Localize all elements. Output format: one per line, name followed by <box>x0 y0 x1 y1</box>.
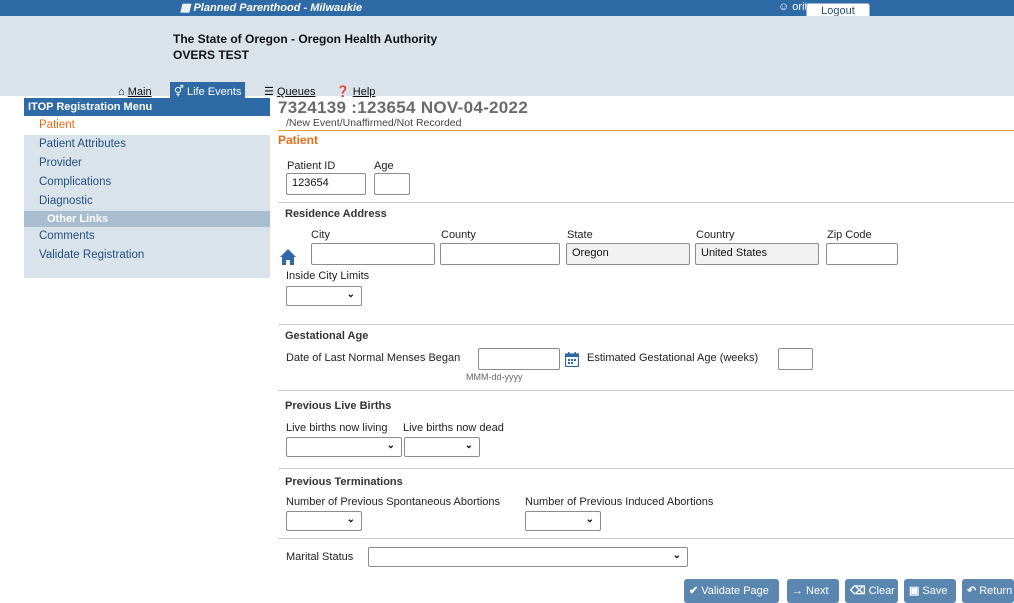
agency-title: The State of Oregon - Oregon Health Auth… <box>173 32 438 46</box>
county-label: County <box>441 229 476 241</box>
chevron-down-icon: ⌄ <box>386 440 395 451</box>
patient-id-input[interactable]: 123654 <box>286 173 366 195</box>
menu-item-comments[interactable]: Comments <box>24 227 270 246</box>
births-living-select[interactable]: ⌄ <box>286 437 402 457</box>
live-births-heading: Previous Live Births <box>285 400 392 412</box>
induced-select[interactable]: ⌄ <box>525 511 601 531</box>
validate-page-button[interactable]: ✔ Validate Page <box>684 579 779 603</box>
arrow-right-icon: → <box>792 585 803 597</box>
est-gestational-input[interactable] <box>778 348 813 370</box>
eraser-icon: ⌫ <box>850 585 866 597</box>
menu-item-provider[interactable]: Provider <box>24 154 270 173</box>
divider <box>278 324 1014 325</box>
county-input[interactable] <box>440 243 560 265</box>
record-status: /New Event/Unaffirmed/Not Recorded <box>286 117 462 129</box>
check-circle-icon: ✔ <box>689 585 699 597</box>
help-icon: ❓ <box>336 86 350 98</box>
menu-title: ITOP Registration Menu <box>24 98 270 116</box>
save-button[interactable]: ▣ Save <box>904 579 956 603</box>
age-input[interactable] <box>374 173 410 195</box>
chevron-down-icon: ⌄ <box>346 514 355 525</box>
births-dead-select[interactable]: ⌄ <box>404 437 480 457</box>
date-format-hint: MMM-dd-yyyy <box>466 372 523 382</box>
building-icon: ▦ <box>180 2 191 14</box>
divider <box>278 538 1014 539</box>
divider <box>278 468 1014 469</box>
menu-item-patient-attributes[interactable]: Patient Attributes <box>24 135 270 154</box>
next-button[interactable]: → Next <box>787 579 839 603</box>
age-label: Age <box>374 160 394 172</box>
registration-menu: ITOP Registration Menu Patient Patient A… <box>24 98 270 278</box>
zip-input[interactable] <box>826 243 898 265</box>
marital-status-label: Marital Status <box>286 551 354 563</box>
menu-item-diagnostic[interactable]: Diagnostic <box>24 192 270 211</box>
births-living-label: Live births now living <box>286 422 388 434</box>
divider <box>278 202 1014 203</box>
chevron-down-icon: ⌄ <box>672 550 681 561</box>
zip-label: Zip Code <box>827 229 872 241</box>
section-divider <box>278 130 1014 131</box>
city-label: City <box>311 229 330 241</box>
clear-button[interactable]: ⌫ Clear <box>845 579 898 603</box>
inside-city-select[interactable]: ⌄ <box>286 286 362 306</box>
state-input[interactable]: Oregon <box>566 243 690 265</box>
inside-city-label: Inside City Limits <box>286 270 370 282</box>
undo-icon: ↶ <box>967 585 977 597</box>
lmp-date-input[interactable] <box>478 348 560 370</box>
patient-id-label: Patient ID <box>287 160 336 172</box>
record-title: 7324139 :123654 NOV-04-2022 <box>278 98 529 117</box>
induced-label: Number of Previous Induced Abortions <box>525 496 714 508</box>
calendar-icon[interactable] <box>565 352 579 367</box>
marital-status-select[interactable]: ⌄ <box>368 547 688 567</box>
organization-name: ▦ Planned Parenthood - Milwaukie <box>180 2 363 14</box>
other-links-heading: Other Links <box>24 211 270 227</box>
chevron-down-icon: ⌄ <box>464 440 473 451</box>
country-label: Country <box>696 229 735 241</box>
header: The State of Oregon - Oregon Health Auth… <box>0 16 1014 102</box>
chevron-down-icon: ⌄ <box>585 514 594 525</box>
home-icon: ⌂ <box>118 86 125 98</box>
gestational-heading: Gestational Age <box>285 330 369 342</box>
list-icon: ☰ <box>264 86 274 98</box>
menu-item-complications[interactable]: Complications <box>24 173 270 192</box>
births-dead-label: Live births now dead <box>403 422 504 434</box>
menu-item-patient[interactable]: Patient <box>24 116 270 135</box>
lmp-label: Date of Last Normal Menses Began <box>286 352 461 364</box>
section-title: Patient <box>278 133 319 147</box>
user-icon: ☺ <box>778 1 790 13</box>
menu-item-validate-registration[interactable]: Validate Registration <box>24 246 270 265</box>
main-content: 7324139 :123654 NOV-04-2022 /New Event/U… <box>278 98 1014 603</box>
state-label: State <box>567 229 593 241</box>
city-input[interactable] <box>311 243 435 265</box>
spontaneous-label: Number of Previous Spontaneous Abortions <box>286 496 501 508</box>
environment-title: OVERS TEST <box>173 48 250 62</box>
home-address-icon <box>280 249 296 265</box>
return-button[interactable]: ↶ Return <box>962 579 1014 603</box>
chevron-down-icon: ⌄ <box>346 289 355 300</box>
residence-heading: Residence Address <box>285 208 387 220</box>
est-gestational-label: Estimated Gestational Age (weeks) <box>587 352 759 364</box>
save-icon: ▣ <box>909 585 920 597</box>
gender-icon: ⚥ <box>174 86 184 98</box>
country-input[interactable]: United States <box>695 243 819 265</box>
divider <box>278 390 1014 391</box>
spontaneous-select[interactable]: ⌄ <box>286 511 362 531</box>
terminations-heading: Previous Terminations <box>285 476 403 488</box>
